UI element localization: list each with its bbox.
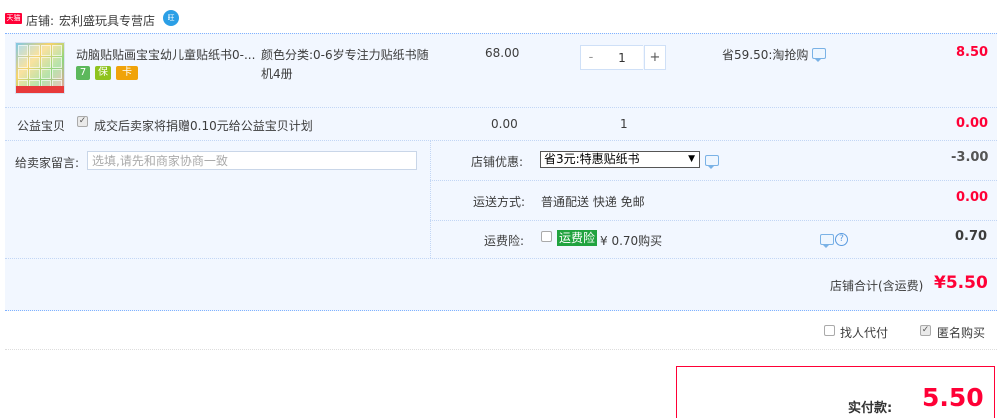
shop-label: 店铺: (26, 14, 55, 28)
tmall-logo: 天猫 (5, 13, 22, 24)
coupon-amount: -3.00 (951, 150, 989, 165)
anonymous-checkbox[interactable]: ✓ (920, 325, 931, 336)
message-icon[interactable] (812, 48, 826, 62)
coupon-selected: 省3元:特惠贴纸书 (544, 152, 640, 166)
guarantee-icon[interactable]: 保 (95, 66, 111, 80)
insurance-amount: 0.70 (955, 229, 988, 244)
sku-info: 颜色分类:0-6岁专注力贴纸书随 (261, 48, 429, 62)
charity-label: 公益宝贝 (17, 119, 66, 133)
shop-total-label: 店铺合计(含运费) (830, 279, 924, 293)
charity-price: 0.00 (491, 117, 518, 131)
dropdown-arrow-icon: ▼ (688, 154, 695, 164)
quantity-input[interactable] (601, 45, 643, 70)
proxy-pay-checkbox[interactable] (824, 325, 835, 336)
charity-subtotal: 0.00 (956, 116, 989, 131)
insurance-label: 运费险: (484, 234, 525, 248)
payment-amount: 5.50 (922, 383, 984, 412)
item-subtotal: 8.50 (956, 45, 989, 60)
remark-input[interactable] (87, 151, 417, 170)
shipping-amount: 0.00 (956, 190, 989, 205)
charity-text: 成交后卖家将捐赠0.10元给公益宝贝计划 (94, 119, 313, 133)
message-icon[interactable] (820, 234, 834, 248)
divider (5, 107, 997, 108)
help-icon[interactable]: ? (835, 233, 848, 246)
coupon-select[interactable]: 省3元:特惠贴纸书 ▼ (540, 151, 700, 168)
insurance-text: ¥ 0.70购买 (600, 234, 663, 248)
card-pay-icon[interactable]: 卡 (116, 66, 138, 80)
shipping-label: 运送方式: (473, 195, 526, 209)
product-thumbnail[interactable] (15, 42, 65, 94)
divider (5, 140, 997, 141)
divider (5, 349, 997, 350)
shipping-value: 普通配送 快递 免邮 (541, 195, 645, 209)
divider (430, 180, 997, 181)
charity-quantity: 1 (620, 117, 628, 131)
promo-text: 省59.50:淘抢购 (722, 48, 809, 62)
divider (430, 140, 431, 258)
order-panel (5, 33, 997, 311)
insurance-checkbox[interactable] (541, 231, 552, 242)
payment-label: 实付款: (848, 401, 893, 416)
remark-label: 给卖家留言: (15, 156, 80, 170)
message-icon[interactable] (705, 155, 719, 169)
divider (430, 220, 997, 221)
unit-price: 68.00 (485, 46, 520, 60)
charity-checkbox[interactable]: ✓ (77, 116, 88, 127)
divider (5, 258, 997, 259)
wangwang-chat-icon[interactable]: 旺 (163, 10, 179, 26)
shop-total-amount: ¥5.50 (934, 273, 988, 293)
quantity-plus-button[interactable]: + (644, 45, 666, 70)
insurance-tag: 运费险 (557, 230, 598, 246)
shop-name-link[interactable]: 宏利盛玩具专营店 (59, 12, 155, 29)
seven-day-return-icon[interactable]: 7 (76, 66, 90, 80)
coupon-label: 店铺优惠: (471, 155, 524, 169)
product-title-link[interactable]: 动脑贴贴画宝宝幼儿童贴纸书0-... (76, 46, 255, 63)
quantity-minus-button[interactable]: - (580, 45, 602, 70)
proxy-pay-label[interactable]: 找人代付 (840, 324, 888, 341)
anonymous-label[interactable]: 匿名购买 (937, 324, 985, 341)
sku-info-cont: 机4册 (261, 67, 293, 81)
